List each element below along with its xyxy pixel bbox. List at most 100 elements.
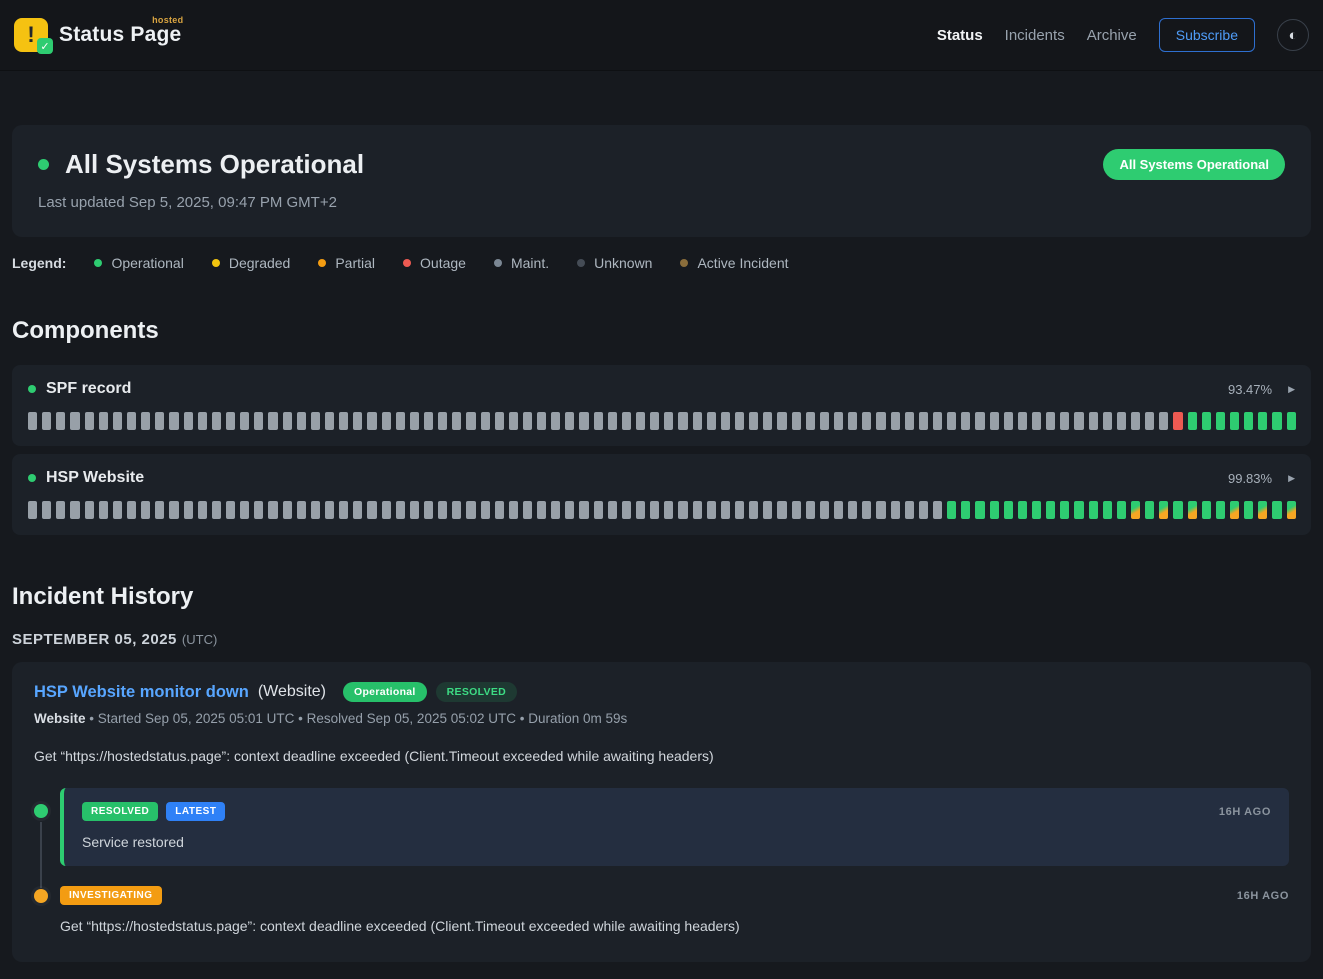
uptime-bar-empty[interactable] [975, 412, 984, 430]
uptime-bar-empty[interactable] [212, 412, 221, 430]
uptime-bar-empty[interactable] [382, 501, 391, 519]
uptime-bar-empty[interactable] [127, 501, 136, 519]
uptime-bar-empty[interactable] [664, 501, 673, 519]
uptime-bar-empty[interactable] [891, 501, 900, 519]
uptime-bar-empty[interactable] [226, 412, 235, 430]
uptime-bar-empty[interactable] [141, 501, 150, 519]
uptime-bar-empty[interactable] [382, 412, 391, 430]
uptime-bar-empty[interactable] [579, 412, 588, 430]
uptime-bar-partial[interactable] [1258, 501, 1267, 519]
uptime-bar-operational[interactable] [1046, 501, 1055, 519]
uptime-bar-empty[interactable] [594, 501, 603, 519]
uptime-bar-operational[interactable] [1258, 412, 1267, 430]
uptime-bar-empty[interactable] [876, 412, 885, 430]
uptime-bar-operational[interactable] [1060, 501, 1069, 519]
uptime-bar-empty[interactable] [268, 412, 277, 430]
uptime-bar-empty[interactable] [1103, 412, 1112, 430]
uptime-bar-empty[interactable] [777, 412, 786, 430]
uptime-bar-empty[interactable] [1089, 412, 1098, 430]
uptime-bar-operational[interactable] [1244, 412, 1253, 430]
uptime-bar-empty[interactable] [169, 412, 178, 430]
nav-link-archive[interactable]: Archive [1087, 27, 1137, 44]
uptime-bar-empty[interactable] [509, 501, 518, 519]
uptime-bar-empty[interactable] [749, 501, 758, 519]
uptime-bar-empty[interactable] [339, 412, 348, 430]
uptime-bar-empty[interactable] [905, 501, 914, 519]
uptime-bar-empty[interactable] [495, 412, 504, 430]
uptime-bar-empty[interactable] [283, 501, 292, 519]
uptime-bar-empty[interactable] [396, 501, 405, 519]
uptime-bar-empty[interactable] [226, 501, 235, 519]
uptime-bar-partial[interactable] [1188, 501, 1197, 519]
uptime-bar-empty[interactable] [56, 501, 65, 519]
uptime-bar-empty[interactable] [396, 412, 405, 430]
uptime-bar-empty[interactable] [749, 412, 758, 430]
uptime-bar-empty[interactable] [155, 412, 164, 430]
uptime-bar-empty[interactable] [353, 501, 362, 519]
uptime-bar-empty[interactable] [579, 501, 588, 519]
uptime-bar-empty[interactable] [297, 501, 306, 519]
uptime-bar-operational[interactable] [947, 501, 956, 519]
uptime-bar-empty[interactable] [551, 501, 560, 519]
uptime-bar-empty[interactable] [763, 501, 772, 519]
uptime-bar-empty[interactable] [254, 501, 263, 519]
uptime-bar-empty[interactable] [99, 501, 108, 519]
uptime-bar-operational[interactable] [1188, 412, 1197, 430]
uptime-bar-empty[interactable] [1159, 412, 1168, 430]
uptime-bar-operational[interactable] [1202, 412, 1211, 430]
uptime-bar-empty[interactable] [792, 501, 801, 519]
uptime-bar-empty[interactable] [693, 412, 702, 430]
uptime-bar-empty[interactable] [933, 501, 942, 519]
uptime-bar-empty[interactable] [990, 412, 999, 430]
uptime-bar-empty[interactable] [28, 412, 37, 430]
uptime-bar-empty[interactable] [70, 501, 79, 519]
uptime-bar-empty[interactable] [410, 412, 419, 430]
uptime-bar-operational[interactable] [961, 501, 970, 519]
uptime-bar-empty[interactable] [481, 412, 490, 430]
uptime-bar-empty[interactable] [806, 412, 815, 430]
uptime-bar-empty[interactable] [523, 412, 532, 430]
uptime-bar-empty[interactable] [636, 501, 645, 519]
uptime-bar-empty[interactable] [551, 412, 560, 430]
uptime-bar-empty[interactable] [198, 501, 207, 519]
uptime-bar-operational[interactable] [1173, 501, 1182, 519]
uptime-bar-operational[interactable] [1202, 501, 1211, 519]
uptime-bar-empty[interactable] [565, 412, 574, 430]
uptime-bar-empty[interactable] [169, 501, 178, 519]
uptime-bar-operational[interactable] [1216, 412, 1225, 430]
uptime-bar-operational[interactable] [1004, 501, 1013, 519]
uptime-bar-empty[interactable] [664, 412, 673, 430]
uptime-bar-operational[interactable] [1089, 501, 1098, 519]
uptime-bar-empty[interactable] [1032, 412, 1041, 430]
uptime-bar-empty[interactable] [438, 412, 447, 430]
uptime-bar-empty[interactable] [678, 501, 687, 519]
uptime-bar-empty[interactable] [311, 412, 320, 430]
uptime-bar-empty[interactable] [565, 501, 574, 519]
uptime-bar-empty[interactable] [424, 412, 433, 430]
uptime-bar-operational[interactable] [1230, 412, 1239, 430]
uptime-bar-empty[interactable] [848, 412, 857, 430]
nav-link-status[interactable]: Status [937, 27, 983, 44]
uptime-bar-empty[interactable] [707, 412, 716, 430]
uptime-bar-empty[interactable] [353, 412, 362, 430]
uptime-bar-empty[interactable] [240, 412, 249, 430]
uptime-bar-empty[interactable] [155, 501, 164, 519]
uptime-bar-operational[interactable] [1287, 412, 1296, 430]
uptime-bar-empty[interactable] [834, 501, 843, 519]
uptime-bar-empty[interactable] [127, 412, 136, 430]
uptime-bar-empty[interactable] [919, 501, 928, 519]
uptime-bar-empty[interactable] [367, 501, 376, 519]
uptime-bar-empty[interactable] [537, 412, 546, 430]
uptime-bar-empty[interactable] [466, 501, 475, 519]
uptime-bar-empty[interactable] [311, 501, 320, 519]
uptime-bar-operational[interactable] [1272, 412, 1281, 430]
uptime-bar-empty[interactable] [297, 412, 306, 430]
uptime-bar-empty[interactable] [438, 501, 447, 519]
uptime-bar-empty[interactable] [947, 412, 956, 430]
uptime-bar-empty[interactable] [792, 412, 801, 430]
uptime-bar-empty[interactable] [1018, 412, 1027, 430]
uptime-bar-empty[interactable] [99, 412, 108, 430]
uptime-bar-empty[interactable] [28, 501, 37, 519]
uptime-bar-operational[interactable] [1244, 501, 1253, 519]
uptime-bar-empty[interactable] [820, 501, 829, 519]
